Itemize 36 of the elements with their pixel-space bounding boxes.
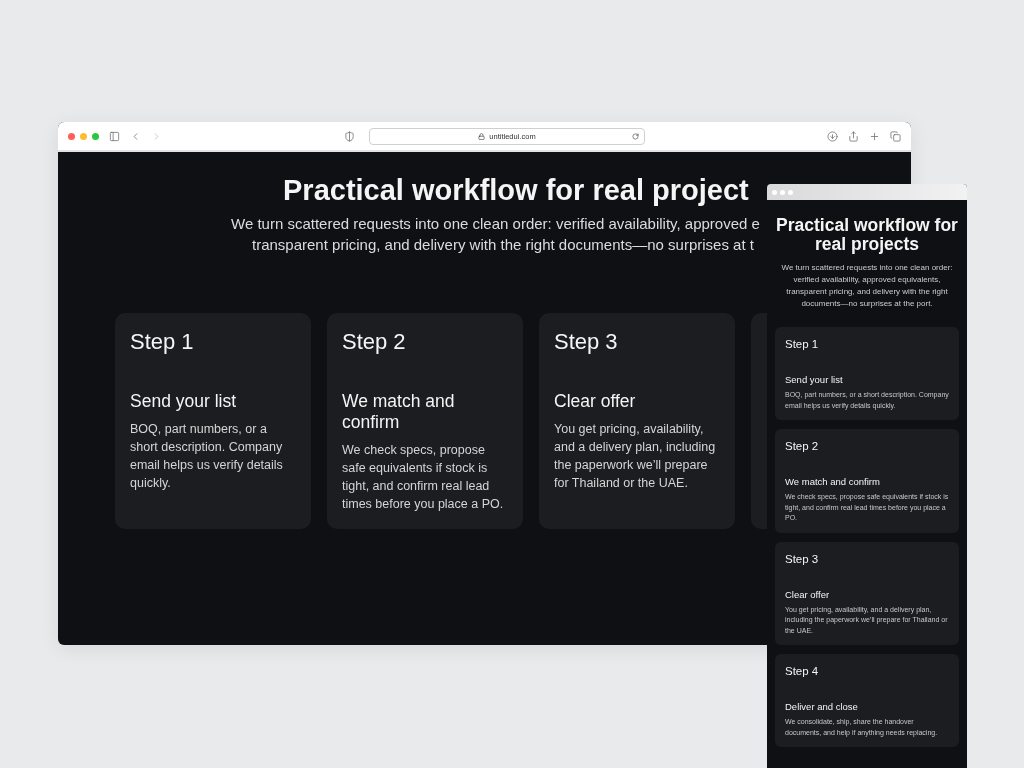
minimize-button[interactable] xyxy=(80,132,87,140)
plus-icon[interactable] xyxy=(869,130,880,142)
step-description: BOQ, part numbers, or a short description. Company email helps us verify details quickly. xyxy=(130,421,284,492)
shield-icon[interactable] xyxy=(344,130,355,142)
step-label: Step 2 xyxy=(785,440,820,452)
window-dot xyxy=(780,189,785,195)
step-title: Clear offer xyxy=(554,391,637,412)
tabs-icon[interactable] xyxy=(890,130,901,142)
page-title: Practical workflow for real projects xyxy=(775,216,959,254)
step-label: Step 4 xyxy=(785,665,820,677)
download-icon[interactable] xyxy=(827,130,838,142)
window-dot xyxy=(788,189,793,195)
lock-icon xyxy=(478,132,486,140)
step-title: Send your list xyxy=(130,391,238,412)
page-title: Practical workflow for real project xyxy=(283,174,749,207)
close-button[interactable] xyxy=(68,132,75,140)
step-title: We match and confirm xyxy=(342,391,456,433)
share-icon[interactable] xyxy=(848,130,859,142)
subtitle-line: transparent pricing, and delivery with the right documents—no surprises at t xyxy=(252,235,754,255)
step-title: Clear offer xyxy=(785,588,831,600)
window-dot xyxy=(772,189,777,195)
step-label: Step 3 xyxy=(785,552,820,565)
step-description: We check specs, propose safe equivalents if stock is tight, and confirm real lead times before you place a PO. xyxy=(342,442,505,513)
subtitle-line: We turn scattered requests into one clean order: verified availability, approved e xyxy=(231,214,760,234)
step-title: Send your list xyxy=(785,374,844,385)
sidebar-icon[interactable] xyxy=(109,130,120,142)
step-title: Deliver and close xyxy=(785,701,859,712)
step-label: Step 1 xyxy=(130,329,195,355)
step-description: You get pricing, availability, and a delivery plan, including the paperwork we’ll prepare for Thailand or the UAE. xyxy=(554,421,717,492)
step-label: Step 2 xyxy=(342,329,407,355)
step-title: We match and confirm xyxy=(785,476,881,487)
reload-icon[interactable] xyxy=(632,132,639,140)
step-label: Step 1 xyxy=(785,338,820,350)
zoom-button[interactable] xyxy=(92,132,99,140)
step-label: Step 3 xyxy=(554,329,619,355)
subtitle: We turn scattered requests into one clean order: verified availability, approved equivalents, transparent pricing, and delivery with the right documents—no surprises at the port. xyxy=(780,262,954,310)
